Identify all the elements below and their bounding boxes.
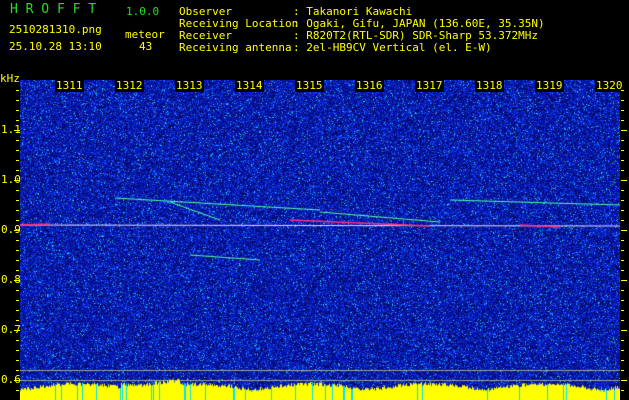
y-tick (621, 380, 627, 381)
y-tick (14, 130, 20, 131)
y-tick (621, 190, 624, 191)
y-tick (16, 170, 19, 171)
datetime: 25.10.28 13:10 (9, 40, 102, 53)
y-tick (16, 270, 19, 271)
y-tick (16, 220, 19, 221)
x-tick-label: 1319 (535, 79, 564, 92)
meteor-count: 43 (139, 40, 153, 53)
y-tick (621, 340, 624, 341)
y-tick (621, 270, 624, 271)
y-tick (16, 320, 19, 321)
y-tick (621, 110, 624, 111)
y-tick (621, 390, 624, 391)
x-tick-label: 1312 (115, 79, 144, 92)
y-tick (621, 320, 624, 321)
y-tick (621, 240, 624, 241)
y-tick (16, 210, 19, 211)
spectrogram (20, 80, 620, 400)
y-tick (16, 200, 19, 201)
y-tick (621, 200, 624, 201)
y-tick (16, 90, 19, 91)
y-tick (621, 130, 627, 131)
y-tick (16, 370, 19, 371)
y-tick (621, 220, 624, 221)
y-tick (621, 180, 627, 181)
y-tick (621, 100, 624, 101)
axis-unit: kHz (0, 72, 20, 85)
y-tick (621, 260, 624, 261)
x-tick-label: 1311 (55, 79, 84, 92)
y-tick (16, 100, 19, 101)
y-tick (621, 310, 624, 311)
y-tick (621, 370, 624, 371)
y-tick (621, 360, 624, 361)
y-tick (621, 250, 624, 251)
x-tick-label: 1316 (355, 79, 384, 92)
x-tick-label: 1317 (415, 79, 444, 92)
y-tick (16, 390, 19, 391)
info-label: Receiving antenna (179, 41, 292, 54)
y-tick (14, 330, 20, 331)
y-tick (16, 350, 19, 351)
y-tick (16, 340, 19, 341)
y-tick (16, 300, 19, 301)
x-tick-label: 1318 (475, 79, 504, 92)
y-tick (16, 140, 19, 141)
y-tick (621, 300, 624, 301)
y-tick (14, 230, 20, 231)
y-tick (621, 230, 627, 231)
y-tick (14, 180, 20, 181)
y-tick (621, 120, 624, 121)
x-tick-label: 1313 (175, 79, 204, 92)
y-tick (621, 290, 624, 291)
filename: 2510281310.png (9, 23, 102, 36)
y-tick (14, 380, 20, 381)
y-tick (16, 260, 19, 261)
y-tick (621, 140, 624, 141)
y-tick (16, 150, 19, 151)
y-tick (16, 160, 19, 161)
y-tick (621, 150, 624, 151)
x-tick-label: 1320 (595, 79, 624, 92)
y-tick (16, 250, 19, 251)
y-tick (16, 310, 19, 311)
y-tick (16, 360, 19, 361)
y-tick (14, 280, 20, 281)
y-tick (16, 290, 19, 291)
x-tick-label: 1315 (295, 79, 324, 92)
y-tick (621, 350, 624, 351)
app-version: 1.0.0 (126, 5, 160, 18)
y-tick (621, 90, 624, 91)
y-tick (16, 110, 19, 111)
x-tick-label: 1314 (235, 79, 264, 92)
y-tick (621, 210, 624, 211)
y-tick (621, 280, 627, 281)
y-tick (16, 240, 19, 241)
y-tick (621, 160, 624, 161)
y-tick (16, 120, 19, 121)
y-tick (621, 170, 624, 171)
y-tick (16, 190, 19, 191)
y-tick (621, 330, 627, 331)
info-value: : 2el-HB9CV Vertical (el. E-W) (293, 41, 492, 54)
app-title: H R O F F T (10, 2, 97, 17)
